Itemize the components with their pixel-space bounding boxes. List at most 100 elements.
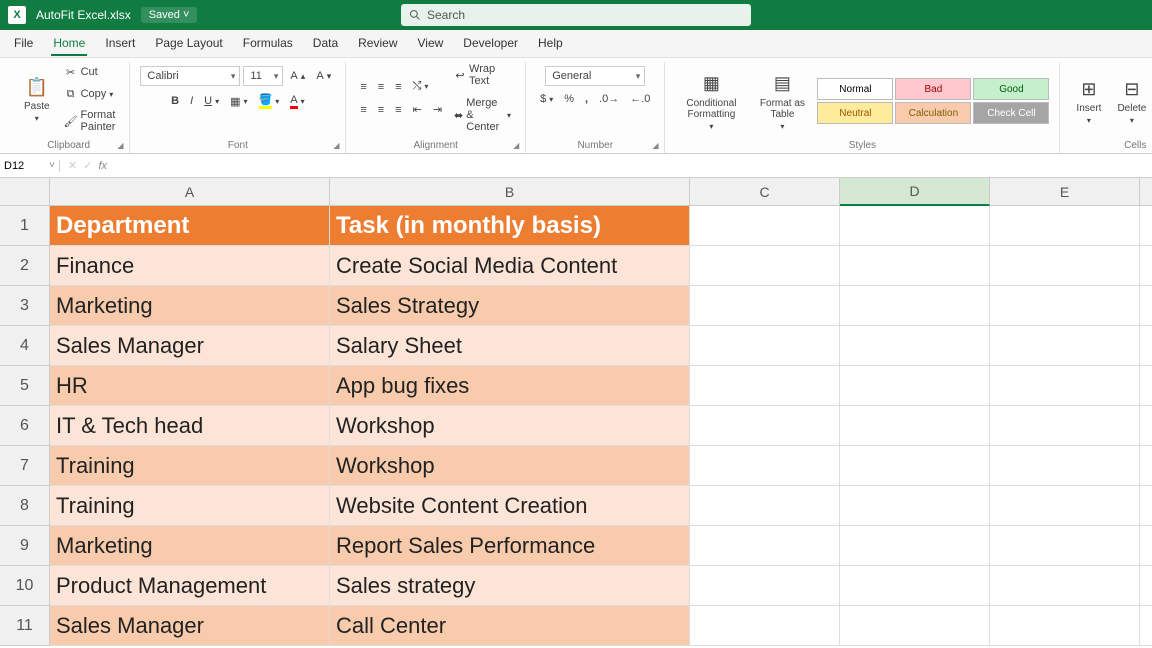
row-header-10[interactable]: 10 [0, 566, 50, 606]
cell-E5[interactable] [990, 366, 1140, 406]
number-dialog-launcher[interactable]: ◢ [652, 141, 662, 151]
cell-A9[interactable]: Marketing [50, 526, 330, 566]
cell-style-good[interactable]: Good [973, 78, 1049, 100]
cell-F6[interactable] [1140, 406, 1152, 446]
percent-button[interactable]: % [560, 90, 578, 108]
cell-C5[interactable] [690, 366, 840, 406]
row-header-3[interactable]: 3 [0, 286, 50, 326]
cell-C9[interactable] [690, 526, 840, 566]
paste-button[interactable]: 📋 Paste▾ [18, 71, 56, 127]
align-right-button[interactable]: ≡ [391, 101, 405, 119]
cell-E10[interactable] [990, 566, 1140, 606]
orientation-button[interactable]: ⤭ ▾ [409, 77, 433, 96]
comma-button[interactable]: , [581, 90, 592, 108]
font-dialog-launcher[interactable]: ◢ [333, 141, 343, 151]
cell-D7[interactable] [840, 446, 990, 486]
border-button[interactable]: ▦ ▾ [226, 92, 251, 111]
menu-review[interactable]: Review [356, 32, 399, 56]
align-center-button[interactable]: ≡ [374, 101, 388, 119]
cell-F4[interactable] [1140, 326, 1152, 366]
cell-D1[interactable] [840, 206, 990, 246]
enter-formula-icon[interactable]: ✓ [83, 159, 92, 172]
cell-style-bad[interactable]: Bad [895, 78, 971, 100]
align-middle-button[interactable]: ≡ [374, 78, 388, 96]
cell-B6[interactable]: Workshop [330, 406, 690, 446]
cell-D11[interactable] [840, 606, 990, 646]
cell-C11[interactable] [690, 606, 840, 646]
cell-C10[interactable] [690, 566, 840, 606]
cell-D10[interactable] [840, 566, 990, 606]
cell-B7[interactable]: Workshop [330, 446, 690, 486]
row-header-8[interactable]: 8 [0, 486, 50, 526]
cell-A2[interactable]: Finance [50, 246, 330, 286]
cell-A4[interactable]: Sales Manager [50, 326, 330, 366]
format-as-table-button[interactable]: ▤ Format as Table▾ [751, 68, 813, 135]
cell-B8[interactable]: Website Content Creation [330, 486, 690, 526]
cell-styles-gallery[interactable]: NormalBadGood NeutralCalculationCheck Cel… [817, 78, 1049, 124]
cell-B2[interactable]: Create Social Media Content [330, 246, 690, 286]
increase-font-button[interactable]: A▴ [286, 67, 309, 85]
cell-F3[interactable] [1140, 286, 1152, 326]
cancel-formula-icon[interactable]: ✕ [68, 159, 77, 172]
cell-A8[interactable]: Training [50, 486, 330, 526]
search-box[interactable]: Search [401, 4, 751, 26]
row-header-1[interactable]: 1 [0, 206, 50, 246]
align-bottom-button[interactable]: ≡ [391, 78, 405, 96]
bold-button[interactable]: B [167, 92, 183, 110]
decrease-indent-button[interactable]: ⇤ [409, 100, 426, 119]
cell-E6[interactable] [990, 406, 1140, 446]
conditional-formatting-button[interactable]: ▦ Conditional Formatting▾ [675, 68, 747, 135]
increase-indent-button[interactable]: ⇥ [429, 100, 446, 119]
cell-B9[interactable]: Report Sales Performance [330, 526, 690, 566]
cell-style-check-cell[interactable]: Check Cell [973, 102, 1049, 124]
row-header-2[interactable]: 2 [0, 246, 50, 286]
row-header-5[interactable]: 5 [0, 366, 50, 406]
decrease-decimal-button[interactable]: ←.0 [626, 90, 654, 108]
column-header-B[interactable]: B [330, 178, 690, 206]
font-name-combo[interactable]: Calibri [140, 66, 240, 86]
cell-style-normal[interactable]: Normal [817, 78, 893, 100]
cell-D2[interactable] [840, 246, 990, 286]
cell-B5[interactable]: App bug fixes [330, 366, 690, 406]
name-box[interactable]: D12 [0, 160, 60, 172]
row-header-6[interactable]: 6 [0, 406, 50, 446]
cell-F2[interactable] [1140, 246, 1152, 286]
cell-C8[interactable] [690, 486, 840, 526]
cell-A11[interactable]: Sales Manager [50, 606, 330, 646]
menu-insert[interactable]: Insert [103, 32, 137, 56]
cell-E11[interactable] [990, 606, 1140, 646]
cell-E9[interactable] [990, 526, 1140, 566]
cell-style-neutral[interactable]: Neutral [817, 102, 893, 124]
cell-C1[interactable] [690, 206, 840, 246]
underline-button[interactable]: U ▾ [200, 92, 223, 110]
row-header-11[interactable]: 11 [0, 606, 50, 646]
menu-help[interactable]: Help [536, 32, 565, 56]
copy-button[interactable]: ⧉Copy ▾ [60, 84, 120, 104]
cell-D3[interactable] [840, 286, 990, 326]
increase-decimal-button[interactable]: .0→ [595, 90, 623, 108]
cell-F10[interactable] [1140, 566, 1152, 606]
cell-F8[interactable] [1140, 486, 1152, 526]
cell-F9[interactable] [1140, 526, 1152, 566]
cell-E4[interactable] [990, 326, 1140, 366]
cell-style-calculation[interactable]: Calculation [895, 102, 971, 124]
cell-C2[interactable] [690, 246, 840, 286]
cell-A6[interactable]: IT & Tech head [50, 406, 330, 446]
accounting-button[interactable]: $ ▾ [536, 90, 557, 108]
column-header-E[interactable]: E [990, 178, 1140, 206]
cell-E8[interactable] [990, 486, 1140, 526]
menu-page-layout[interactable]: Page Layout [153, 32, 224, 56]
italic-button[interactable]: I [186, 92, 197, 110]
clipboard-dialog-launcher[interactable]: ◢ [117, 141, 127, 151]
cell-F5[interactable] [1140, 366, 1152, 406]
cell-B4[interactable]: Salary Sheet [330, 326, 690, 366]
menu-developer[interactable]: Developer [461, 32, 520, 56]
fill-color-button[interactable]: 🪣 ▾ [255, 90, 284, 112]
format-painter-button[interactable]: 🖌Format Painter [60, 106, 120, 136]
font-color-button[interactable]: A ▾ [286, 91, 308, 112]
menu-view[interactable]: View [416, 32, 446, 56]
cell-C7[interactable] [690, 446, 840, 486]
menu-home[interactable]: Home [51, 32, 87, 56]
column-header-F[interactable]: F [1140, 178, 1152, 206]
cell-B3[interactable]: Sales Strategy [330, 286, 690, 326]
